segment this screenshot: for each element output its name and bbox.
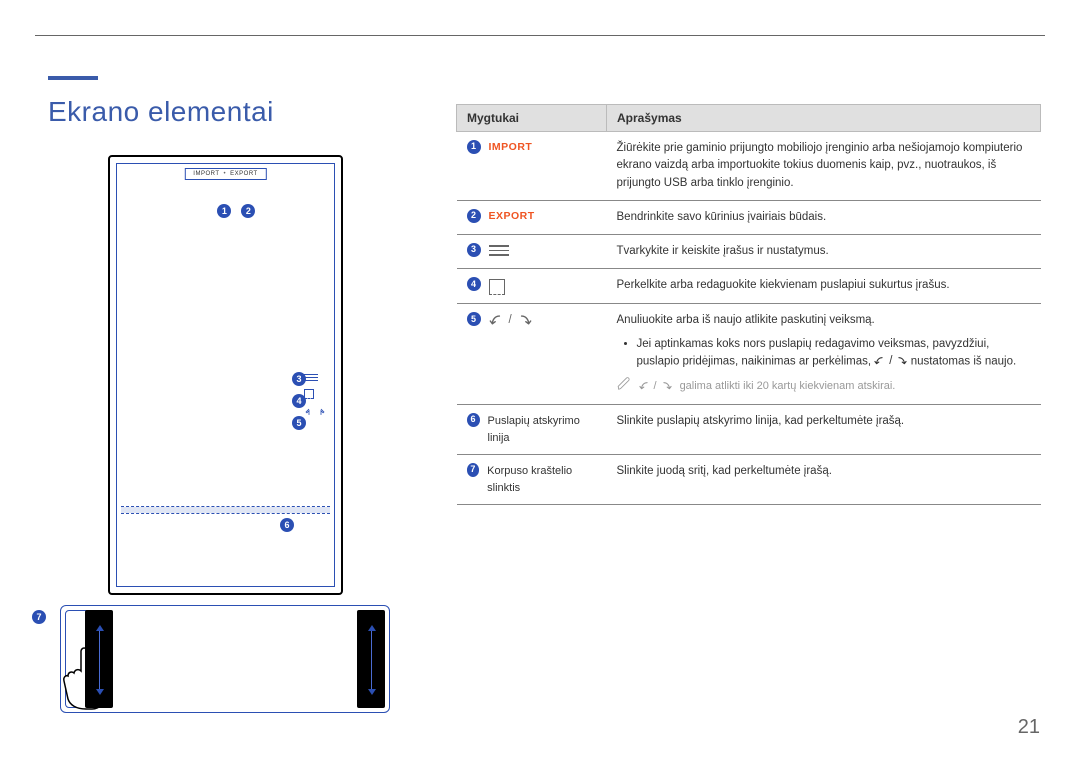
callout-badge: 1	[217, 204, 231, 218]
device-topbar: IMPORT • EXPORT	[184, 168, 266, 180]
callout-top-group: 1 2	[217, 204, 255, 218]
page-divider-line	[121, 506, 330, 514]
black-edge-right	[357, 610, 385, 708]
callout-badge: 5	[292, 416, 306, 430]
callout-badge: 7	[32, 610, 46, 624]
table-row: 6 Puslapių atskyrimo linija Slinkite pus…	[457, 405, 1041, 455]
page-box-icon	[304, 389, 314, 399]
black-edge-left	[85, 610, 113, 708]
page-box-icon	[489, 279, 505, 295]
menu-lines-icon	[489, 245, 509, 256]
row-description: Slinkite puslapių atskyrimo linija, kad …	[607, 405, 1041, 455]
table-row: 1 IMPORT Žiūrėkite prie gaminio prijungt…	[457, 132, 1041, 201]
menu-lines-icon	[304, 374, 326, 381]
row-description: Slinkite juodą sritį, kad perkeltumėte į…	[607, 455, 1041, 505]
desc-bullet: Jei aptinkamas koks nors puslapių redaga…	[637, 336, 1031, 371]
page-number: 21	[1018, 716, 1040, 739]
topbar-import-label: IMPORT	[193, 171, 219, 177]
callout-badge: 6	[280, 518, 294, 532]
device-frame: IMPORT • EXPORT 1 2 3 4 5	[108, 155, 343, 595]
row-description: Perkelkite arba redaguokite kiekvienam p…	[607, 269, 1041, 304]
device-diagram: IMPORT • EXPORT 1 2 3 4 5	[108, 155, 366, 715]
row-badge: 6	[467, 413, 480, 427]
row-description: Tvarkykite ir keiskite įrašus ir nustaty…	[607, 235, 1041, 269]
table-row: 5 / Anuliuokite arba iš naujo atlikite p…	[457, 304, 1041, 405]
frame-scroll-panel	[60, 605, 390, 713]
row-description: Žiūrėkite prie gaminio prijungto mobilio…	[607, 132, 1041, 201]
table-header-description: Aprašymas	[607, 105, 1041, 132]
arrow-updown-icon	[371, 630, 372, 690]
row-badge: 5	[467, 312, 481, 326]
table-row: 2 EXPORT Bendrinkite savo kūrinius įvair…	[457, 200, 1041, 234]
export-label: EXPORT	[489, 209, 535, 225]
undo-redo-inline-icon: /	[874, 353, 907, 370]
undo-redo-icon	[304, 407, 326, 417]
row-badge: 1	[467, 140, 481, 154]
note-text: galima atlikti iki 20 kartų kiekvienam a…	[680, 378, 896, 395]
table-row: 4 Perkelkite arba redaguokite kiekvienam…	[457, 269, 1041, 304]
side-icons-group	[304, 374, 326, 417]
page-title: Ekrano elementai	[48, 96, 274, 128]
topbar-separator: •	[224, 171, 227, 177]
buttons-description-table: Mygtukai Aprašymas 1 IMPORT Žiūrėkite pr…	[456, 104, 1041, 505]
row-badge: 3	[467, 243, 481, 257]
device-screen: IMPORT • EXPORT 1 2 3 4 5	[116, 163, 335, 587]
accent-line	[48, 76, 98, 80]
row-badge: 2	[467, 209, 481, 223]
table-header-buttons: Mygtukai	[457, 105, 607, 132]
row-badge: 4	[467, 277, 481, 291]
arrow-updown-icon	[99, 630, 100, 690]
page-divider-label: Puslapių atskyrimo linija	[488, 413, 597, 446]
pen-icon	[617, 377, 631, 397]
table-row: 7 Korpuso kraštelio slinktis Slinkite ju…	[457, 455, 1041, 505]
topbar-export-label: EXPORT	[230, 171, 258, 177]
frame-edge-label: Korpuso kraštelio slinktis	[487, 463, 596, 496]
row-description: Anuliuokite arba iš naujo atlikite pasku…	[607, 304, 1041, 405]
import-label: IMPORT	[489, 140, 533, 156]
callout-badge: 2	[241, 204, 255, 218]
row-badge: 7	[467, 463, 480, 477]
page-top-border	[35, 35, 1045, 36]
undo-redo-inline-icon: /	[639, 378, 672, 395]
desc-text: Anuliuokite arba iš naujo atlikite pasku…	[617, 312, 1031, 329]
note-row: / galima atlikti iki 20 kartų kiekvienam…	[617, 377, 1031, 397]
undo-redo-icon: /	[489, 312, 532, 329]
table-row: 3 Tvarkykite ir keiskite įrašus ir nusta…	[457, 235, 1041, 269]
row-description: Bendrinkite savo kūrinius įvairiais būda…	[607, 200, 1041, 234]
bullet-text-after: nustatomas iš naujo.	[911, 355, 1016, 367]
